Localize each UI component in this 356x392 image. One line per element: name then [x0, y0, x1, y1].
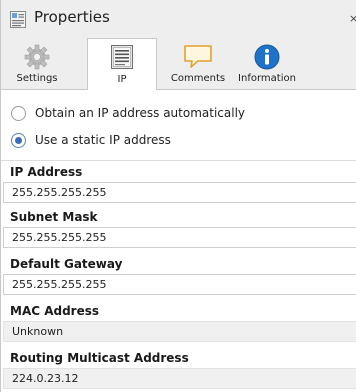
radio-static-ip[interactable]: Use a static IP address [11, 130, 171, 150]
tab-comments[interactable]: Comments [165, 38, 231, 90]
divider [1, 160, 356, 161]
gear-icon [24, 44, 50, 70]
subnet-mask-input[interactable]: 255.255.255.255 [3, 227, 356, 248]
tab-ip[interactable]: IP [87, 38, 157, 91]
radio-label: Use a static IP address [35, 133, 171, 147]
close-icon[interactable]: × [349, 12, 356, 25]
tab-information-label: Information [238, 73, 296, 84]
routing-multicast-value: 224.0.23.12 [3, 368, 356, 389]
mac-address-value: Unknown [3, 321, 356, 342]
ip-address-label: IP Address [10, 165, 83, 179]
properties-panel: Properties × Settings IP Comments Inform… [0, 0, 356, 392]
tab-ip-label: IP [117, 74, 127, 85]
comment-icon [184, 45, 212, 68]
radio-button[interactable] [11, 105, 26, 121]
default-gateway-label: Default Gateway [10, 257, 123, 271]
radio-button-checked[interactable] [11, 132, 26, 148]
routing-multicast-label: Routing Multicast Address [10, 351, 189, 365]
info-icon [254, 44, 280, 70]
tab-settings-label: Settings [16, 73, 58, 84]
default-gateway-input[interactable]: 255.255.255.255 [3, 274, 356, 295]
window-title: Properties [34, 8, 110, 26]
ip-address-input[interactable]: 255.255.255.255 [3, 182, 356, 203]
subnet-mask-label: Subnet Mask [10, 210, 98, 224]
title-bar: Properties × [1, 0, 356, 38]
radio-obtain-automatically[interactable]: Obtain an IP address automatically [11, 103, 245, 123]
tab-settings[interactable]: Settings [9, 38, 65, 90]
mac-address-label: MAC Address [10, 304, 100, 318]
radio-label: Obtain an IP address automatically [35, 106, 246, 120]
tab-information[interactable]: Information [235, 38, 299, 90]
tab-comments-label: Comments [170, 73, 226, 84]
tab-strip: Settings IP Comments Information [1, 38, 356, 91]
ip-list-icon [111, 45, 133, 69]
ip-tab-content: Obtain an IP address automatically Use a… [1, 90, 356, 392]
properties-icon [10, 11, 26, 28]
